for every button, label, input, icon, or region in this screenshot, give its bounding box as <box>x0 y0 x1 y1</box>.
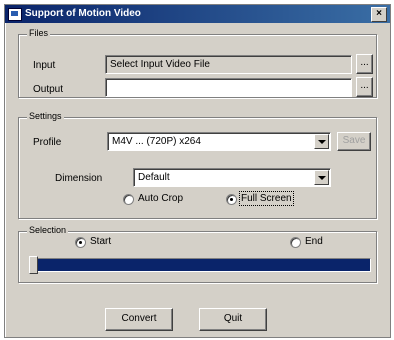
input-field[interactable]: Select Input Video File <box>105 55 352 74</box>
output-browse-button[interactable]: ... <box>356 77 373 97</box>
profile-label: Profile <box>33 137 62 148</box>
selection-slider-thumb[interactable] <box>29 256 38 274</box>
close-button[interactable]: × <box>371 7 387 22</box>
selection-slider-track[interactable] <box>29 258 371 272</box>
auto-crop-label[interactable]: Auto Crop <box>138 193 183 204</box>
dimension-dropdown-arrow-icon[interactable] <box>314 170 329 185</box>
auto-crop-radio[interactable] <box>123 194 134 205</box>
start-label[interactable]: Start <box>90 236 111 247</box>
convert-button[interactable]: Convert <box>105 308 173 331</box>
settings-legend: Settings <box>27 111 64 121</box>
start-radio[interactable] <box>75 237 86 248</box>
input-browse-button[interactable]: ... <box>356 54 373 74</box>
output-field[interactable] <box>105 78 352 97</box>
input-label: Input <box>33 60 56 71</box>
dimension-label: Dimension <box>55 173 103 184</box>
app-icon <box>8 8 22 21</box>
end-radio[interactable] <box>290 237 301 248</box>
main-window: Support of Motion Video × Files Input Se… <box>4 4 391 338</box>
full-screen-radio[interactable] <box>226 194 237 205</box>
title-bar[interactable]: Support of Motion Video × <box>5 5 390 23</box>
files-legend: Files <box>27 28 51 38</box>
full-screen-label[interactable]: Full Screen <box>239 191 294 206</box>
profile-dropdown-arrow-icon[interactable] <box>314 134 329 149</box>
window-title: Support of Motion Video <box>25 8 141 19</box>
profile-select[interactable]: M4V ... (720P) x264 <box>107 132 331 151</box>
selection-legend: Selection <box>27 225 69 235</box>
quit-button[interactable]: Quit <box>199 308 267 331</box>
dimension-select[interactable]: Default <box>133 168 331 187</box>
selection-group: Selection <box>18 225 377 283</box>
profile-save-button[interactable]: Save <box>337 132 371 151</box>
output-label: Output <box>33 84 64 95</box>
end-label[interactable]: End <box>305 236 323 247</box>
